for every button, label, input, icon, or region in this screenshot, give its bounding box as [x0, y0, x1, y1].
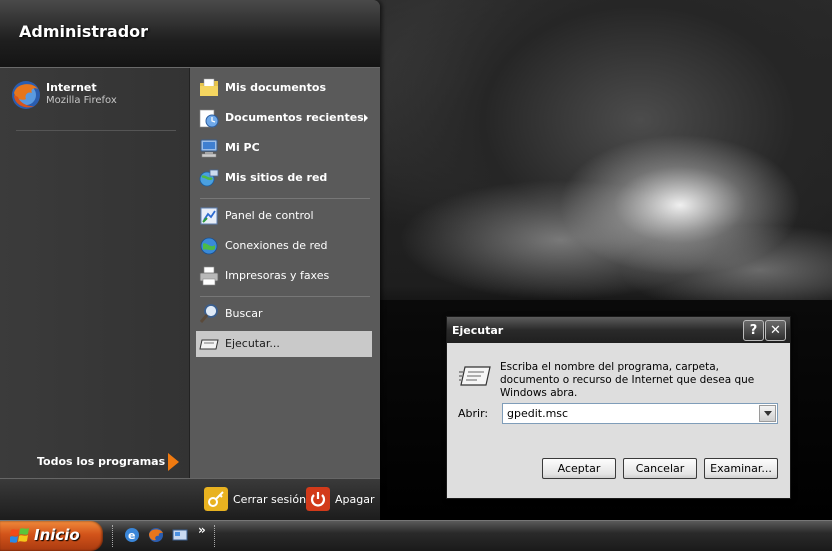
dialog-titlebar[interactable]: Ejecutar ? ✕ — [447, 317, 790, 343]
run-icon — [459, 366, 491, 386]
quick-launch-more-button[interactable]: » — [198, 523, 206, 537]
quick-launch-grip[interactable] — [112, 525, 116, 547]
power-icon — [306, 487, 330, 511]
search-icon — [199, 304, 218, 323]
windows-logo-icon — [10, 528, 29, 543]
divider — [200, 198, 370, 199]
pinned-item-internet[interactable]: Internet Mozilla Firefox — [8, 76, 183, 114]
network-connections-icon — [200, 237, 218, 255]
menu-item-label: Mis documentos — [225, 81, 326, 94]
start-menu-right-pane: Mis documentos Documentos recientes Mi P… — [190, 68, 380, 478]
open-input-value[interactable]: gpedit.msc — [507, 407, 568, 420]
menu-item-ejecutar[interactable]: Ejecutar... — [196, 331, 372, 357]
cancel-button[interactable]: Cancelar — [623, 458, 697, 479]
menu-item-mis-sitios-de-red[interactable]: Mis sitios de red — [196, 165, 372, 191]
menu-item-impresoras-y-faxes[interactable]: Impresoras y faxes — [196, 263, 372, 289]
dropdown-button[interactable] — [759, 405, 776, 422]
menu-item-label: Mi PC — [225, 141, 260, 154]
dialog-body: Escriba el nombre del programa, carpeta,… — [447, 343, 790, 498]
menu-item-label: Panel de control — [225, 209, 314, 222]
open-label: Abrir: — [458, 407, 489, 420]
menu-item-conexiones-de-red[interactable]: Conexiones de red — [196, 233, 372, 259]
dialog-title: Ejecutar — [452, 324, 504, 337]
menu-item-buscar[interactable]: Buscar — [196, 301, 372, 327]
show-desktop-icon[interactable] — [172, 527, 188, 543]
recent-documents-icon — [199, 109, 219, 128]
divider — [16, 130, 176, 131]
dialog-description: Escriba el nombre del programa, carpeta,… — [500, 361, 755, 399]
menu-item-documentos-recientes[interactable]: Documentos recientes — [196, 105, 372, 131]
menu-item-mis-documentos[interactable]: Mis documentos — [196, 75, 372, 101]
menu-item-panel-de-control[interactable]: Panel de control — [196, 203, 372, 229]
arrow-right-icon — [168, 453, 179, 471]
taskbar: Inicio e » — [0, 520, 832, 551]
firefox-icon[interactable] — [148, 527, 164, 543]
taskbar-grip[interactable] — [214, 525, 218, 547]
all-programs-button[interactable]: Todos los programas — [0, 448, 189, 476]
firefox-icon — [12, 81, 40, 109]
submenu-arrow-icon — [364, 114, 368, 122]
folder-documents-icon — [200, 78, 218, 96]
printer-icon — [199, 266, 219, 286]
internet-explorer-icon[interactable]: e — [124, 527, 140, 543]
ok-button[interactable]: Aceptar — [542, 458, 616, 479]
start-label: Inicio — [34, 526, 80, 544]
computer-icon — [200, 139, 218, 158]
pinned-item-title: Internet — [46, 81, 97, 94]
network-places-icon — [199, 169, 219, 187]
menu-item-label: Conexiones de red — [225, 239, 328, 252]
start-menu-header: Administrador — [0, 0, 380, 68]
menu-item-label: Documentos recientes — [225, 111, 364, 124]
menu-item-mi-pc[interactable]: Mi PC — [196, 135, 372, 161]
log-off-label: Cerrar sesión — [233, 493, 307, 506]
menu-item-label: Ejecutar... — [225, 337, 280, 350]
menu-item-label: Mis sitios de red — [225, 171, 328, 184]
chevron-down-icon — [764, 411, 772, 416]
start-button[interactable]: Inicio — [0, 521, 103, 551]
run-icon — [199, 339, 219, 350]
open-combobox[interactable]: gpedit.msc — [502, 403, 778, 424]
menu-item-label: Buscar — [225, 307, 263, 320]
control-panel-icon — [200, 207, 218, 225]
browse-button[interactable]: Examinar... — [704, 458, 778, 479]
pinned-item-subtitle: Mozilla Firefox — [46, 95, 117, 106]
user-name: Administrador — [19, 22, 149, 41]
key-icon — [204, 487, 228, 511]
help-button[interactable]: ? — [743, 320, 764, 341]
all-programs-label: Todos los programas — [37, 455, 166, 468]
start-menu-left-pane: Internet Mozilla Firefox Todos los progr… — [0, 68, 190, 478]
log-off-button[interactable]: Cerrar sesión — [204, 487, 306, 513]
menu-item-label: Impresoras y faxes — [225, 269, 330, 282]
start-menu: Administrador Internet Mozilla Firefox T… — [0, 0, 380, 520]
svg-text:e: e — [128, 529, 135, 542]
run-dialog: Ejecutar ? ✕ Escriba el nombre del progr… — [446, 316, 791, 499]
divider — [200, 296, 370, 297]
shutdown-button[interactable]: Apagar — [306, 487, 375, 513]
start-menu-footer: Cerrar sesión Apagar — [0, 478, 380, 520]
close-button[interactable]: ✕ — [765, 320, 786, 341]
shutdown-label: Apagar — [335, 493, 375, 506]
